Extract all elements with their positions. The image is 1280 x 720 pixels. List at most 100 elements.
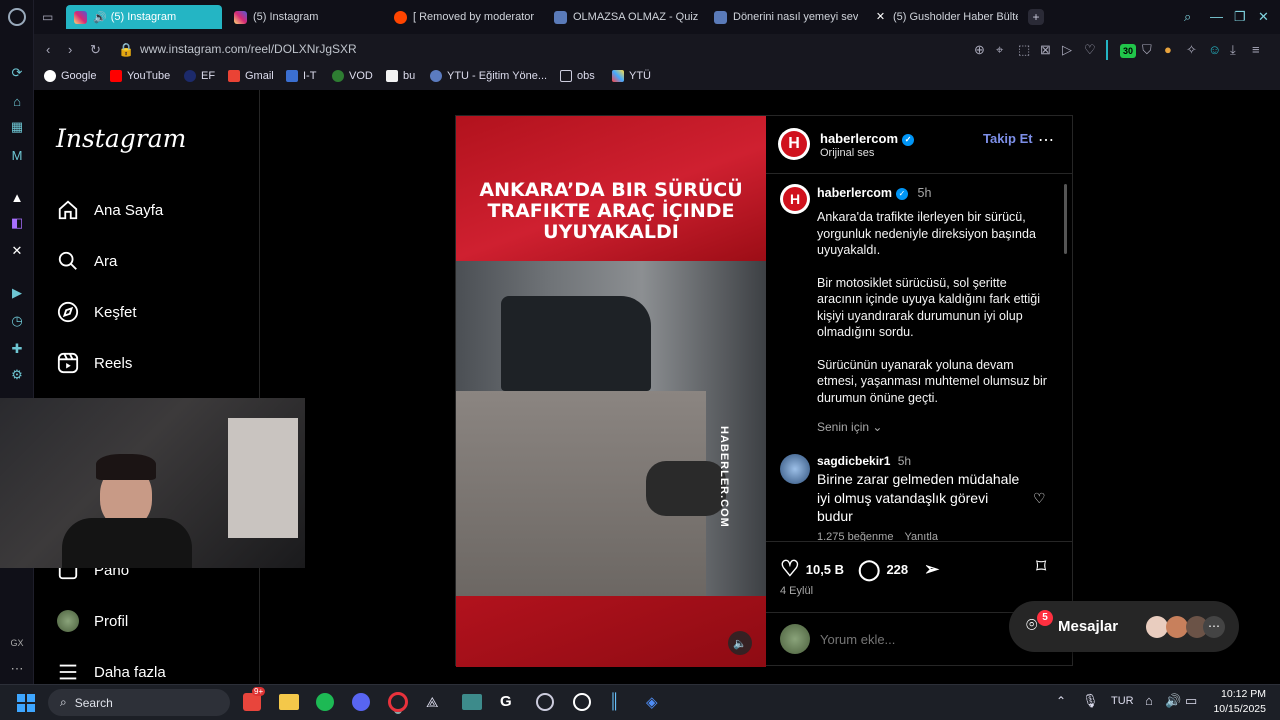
tab-reddit[interactable]: [ Removed by moderator ] — [386, 5, 534, 29]
caption-author-avatar[interactable]: H — [780, 184, 810, 214]
reel-video[interactable]: ANKARA’DA BIR SÜRÜCÜ TRAFIKTE ARAÇ İÇIND… — [456, 116, 766, 667]
nav-reels[interactable]: Reels — [56, 351, 132, 375]
tab-doner[interactable]: Dönerini nasıl yemeyi sev — [706, 5, 858, 29]
back-icon[interactable]: ‹ — [46, 42, 50, 57]
caption-author[interactable]: haberlercom — [817, 186, 892, 200]
messenger-icon[interactable]: M — [8, 146, 26, 164]
comments-scroll-area[interactable]: H haberlercom ✓ 5h Ankara'da trafikte ile… — [766, 174, 1072, 542]
commenter-avatar[interactable] — [780, 454, 810, 484]
nav-search[interactable]: Ara — [56, 249, 117, 273]
adblock-icon[interactable]: ⊠ — [1040, 42, 1051, 58]
instagram-logo[interactable]: Instagram — [56, 124, 186, 153]
language-indicator[interactable]: TUR — [1111, 695, 1134, 707]
new-tab-button[interactable]: + — [1028, 9, 1044, 25]
bookmark-ef[interactable]: EF — [184, 70, 215, 82]
more-sidebar-icon[interactable]: ⋯ — [8, 660, 26, 678]
history-icon[interactable]: ◷ — [8, 312, 26, 330]
battery-icon[interactable]: ▭ — [1185, 693, 1197, 709]
twitch-icon[interactable]: ◧ — [8, 214, 26, 232]
gx-cleaner-icon[interactable]: ▦ — [8, 118, 26, 136]
snapshot-icon[interactable]: ⬚ — [1018, 42, 1030, 58]
easy-setup-icon[interactable]: ≡ — [1252, 42, 1260, 57]
settings-icon[interactable]: ⚙ — [8, 366, 26, 384]
comment-icon[interactable]: ◯ — [858, 557, 880, 582]
download-icon[interactable]: ⤓ — [1230, 42, 1236, 58]
shield-extension-icon[interactable]: ⛉ — [1142, 42, 1152, 58]
gx-control-icon[interactable]: ⌂ — [8, 92, 26, 110]
comment-count[interactable]: 228 — [886, 562, 908, 577]
play-icon[interactable]: ▷ — [1062, 42, 1072, 58]
obs-icon[interactable] — [536, 693, 554, 711]
app-icon[interactable] — [573, 693, 591, 711]
spotify-icon[interactable] — [316, 693, 334, 711]
bookmark-gmail[interactable]: Gmail — [228, 70, 274, 82]
like-icon[interactable]: ♡ — [780, 556, 800, 582]
audio-app-icon[interactable]: ║ — [609, 693, 620, 710]
app-icon[interactable] — [462, 694, 482, 710]
search-tabs-icon[interactable]: ⌕ — [1184, 9, 1191, 25]
network-icon[interactable]: ⌂ — [1145, 693, 1153, 708]
save-icon[interactable]: ⌑ — [1036, 554, 1046, 579]
player-icon[interactable]: ▶ — [8, 284, 26, 302]
extensions-icon[interactable]: ✧ — [1186, 42, 1197, 58]
microphone-icon[interactable]: 🎙 — [1082, 693, 1099, 709]
for-you-toggle[interactable]: Senin için ⌄ — [817, 420, 882, 434]
comment-reply[interactable]: Yanıtla — [905, 531, 938, 541]
file-explorer-icon[interactable] — [279, 694, 299, 710]
volume-icon[interactable]: 🔊 — [1165, 693, 1181, 709]
x-twitter-icon[interactable]: ✕ — [8, 242, 26, 260]
tray-chevron-icon[interactable]: ⌃ — [1056, 694, 1066, 708]
nav-profile[interactable]: Profil — [56, 609, 128, 633]
profile-icon[interactable]: ☺ — [1208, 42, 1221, 57]
speed-dial-icon[interactable]: ⟳ — [8, 64, 26, 82]
bookmark-obs[interactable]: obs — [560, 70, 595, 82]
heart-bookmark-icon[interactable]: ♡ — [1084, 42, 1096, 58]
discord-icon[interactable] — [352, 693, 370, 711]
tab-menu-icon[interactable]: ▭ — [42, 10, 53, 24]
clock-time[interactable]: 10:12 PM — [1210, 688, 1266, 700]
extension-badge[interactable]: 30 — [1120, 44, 1136, 58]
tab-quiz[interactable]: OLMAZSA OLMAZ - Quiz — [546, 5, 698, 29]
taskbar-search[interactable]: ⌕ Search — [48, 689, 230, 716]
mute-button[interactable]: 🔈 — [728, 631, 752, 655]
share-icon[interactable]: ➢ — [924, 559, 939, 580]
nav-home[interactable]: Ana Sayfa — [56, 198, 163, 222]
tab-instagram-active[interactable]: 🔊 (5) Instagram — [66, 5, 222, 29]
comments-scrollbar[interactable] — [1062, 176, 1068, 540]
reload-icon[interactable]: ↻ — [90, 42, 101, 58]
app-icon[interactable]: ◈ — [646, 693, 658, 711]
opera-gx-taskbar-icon[interactable] — [388, 692, 408, 712]
author-avatar[interactable]: H — [778, 128, 810, 160]
nav-more[interactable]: Daha fazla — [56, 660, 166, 684]
maximize-icon[interactable]: ❐ — [1234, 9, 1246, 25]
bookmark-google[interactable]: Google — [44, 70, 96, 82]
close-window-icon[interactable]: ✕ — [1258, 9, 1269, 25]
bookmark-ytu-egitim[interactable]: YTU - Eğitim Yöne... — [430, 70, 547, 82]
extension-icon[interactable]: ● — [1164, 42, 1172, 57]
windows-start-icon[interactable] — [17, 694, 35, 712]
nav-explore[interactable]: Keşfet — [56, 300, 137, 324]
follow-button[interactable]: Takip Et — [983, 131, 1033, 146]
ai-assistant-icon[interactable]: ▲ — [8, 188, 26, 206]
bookmark-bu[interactable]: bu — [386, 70, 415, 82]
messages-button[interactable]: ⌾ 5 Mesajlar ⋯ — [1009, 601, 1239, 652]
bookmark-ytu[interactable]: YTÜ — [612, 70, 651, 82]
app-icon[interactable]: G — [500, 693, 512, 710]
like-count[interactable]: 10,5 B — [806, 562, 844, 577]
comment-likes[interactable]: 1.275 beğenme — [817, 531, 893, 541]
bookmark-youtube[interactable]: YouTube — [110, 70, 170, 82]
comment-user[interactable]: sagdicbekir1 — [817, 454, 890, 468]
tab-x-gusholder[interactable]: ✕ (5) Gusholder Haber Bülte — [866, 5, 1018, 29]
comment-like-icon[interactable]: ♡ — [1033, 490, 1046, 507]
minimize-icon[interactable]: — — [1210, 9, 1223, 24]
forward-icon[interactable]: › — [68, 42, 72, 57]
scrollbar-thumb[interactable] — [1064, 184, 1067, 254]
extensions-sidebar-icon[interactable]: ✚ — [8, 340, 26, 358]
bookmark-vod[interactable]: VOD — [332, 70, 373, 82]
audio-label[interactable]: Orijinal ses — [820, 147, 874, 159]
more-options-icon[interactable]: ⋯ — [1038, 130, 1054, 150]
zoom-icon[interactable]: ⊕ — [974, 42, 985, 58]
clock-date[interactable]: 10/15/2025 — [1205, 703, 1266, 715]
url-field[interactable]: www.instagram.com/reel/DOLXNrJgSXR — [140, 42, 357, 56]
bookmark-it[interactable]: I-T — [286, 70, 316, 82]
